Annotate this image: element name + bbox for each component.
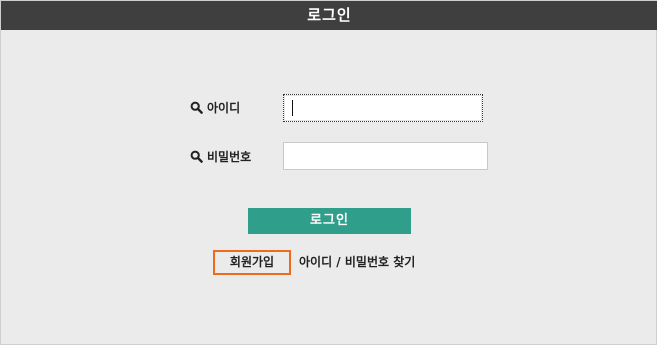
find-id-password-link[interactable]: 아이디 / 비밀번호 찾기 — [299, 254, 415, 271]
signup-button[interactable]: 회원가입 — [213, 250, 291, 275]
password-label: 비밀번호 — [190, 147, 251, 165]
text-caret — [292, 100, 293, 116]
page-title: 로그인 — [1, 1, 657, 30]
password-input[interactable] — [283, 142, 488, 170]
id-input[interactable] — [283, 94, 483, 122]
search-icon — [190, 150, 203, 163]
id-label: 아이디 — [190, 98, 240, 116]
search-icon — [190, 101, 203, 114]
id-label-text: 아이디 — [207, 100, 241, 115]
login-window: 로그인 아이디 비밀번호 로그인 회원가입 아이디 / 비밀번호 찾기 — [0, 0, 657, 345]
login-button[interactable]: 로그인 — [248, 208, 411, 234]
password-label-text: 비밀번호 — [207, 149, 252, 164]
